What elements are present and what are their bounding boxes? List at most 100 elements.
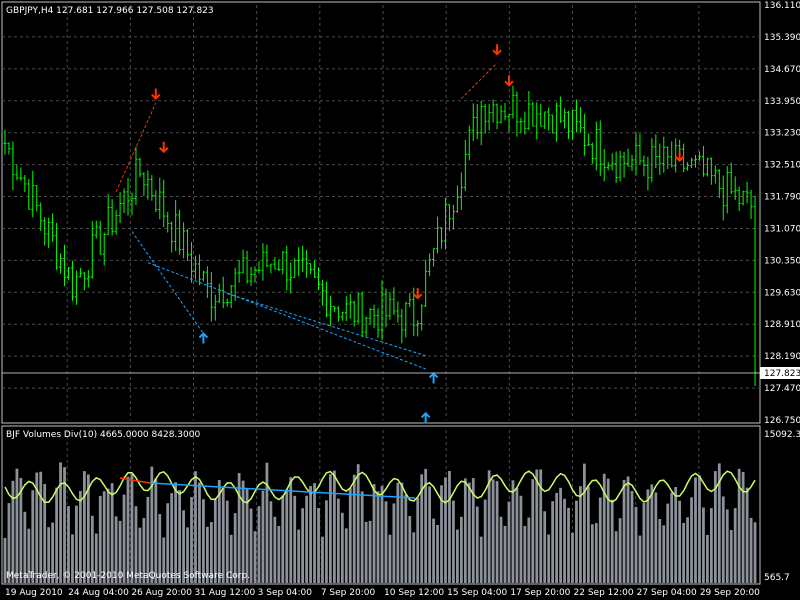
price-tick-label: 126.750 [764,416,800,426]
volume-bar [543,511,547,583]
volume-bar [463,478,467,583]
volume-bar [352,474,356,583]
price-tick-label: 135.390 [764,33,800,43]
volume-bar [412,532,416,583]
volume-bar [483,499,487,583]
volume-bar [642,503,646,583]
volume-bar [102,491,106,583]
volume-bar [313,483,316,583]
time-tick-label: 29 Sep 20:00 [700,588,760,598]
volume-bar [198,482,201,583]
volume-bar [269,501,273,583]
volume-bar [309,485,312,583]
volume-bar [523,525,527,583]
volume-bar [531,479,535,583]
volume-bar [265,462,269,583]
buy-arrow-icon [420,411,431,424]
indicator-scale-bottom: 565.7 [764,573,790,583]
volume-bar [579,486,582,583]
volume-bar [281,495,285,583]
price-tick-label: 134.670 [764,65,800,75]
volume-bar [555,492,558,583]
volume-bar [82,471,86,583]
chart-canvas[interactable]: 136.110 135.390 134.670 133.950 133.230 132.5… [0,0,800,600]
volume-bar [559,487,562,583]
volume-bar [499,516,503,583]
volume-bar [670,492,674,583]
volume-bar [432,518,435,583]
volume-bar [586,486,590,583]
volume-bar [475,506,479,583]
volume-bar [590,524,594,583]
volume-bar [638,535,642,583]
volume-bar [487,470,491,583]
volume-bar [678,500,682,583]
time-tick-label: 27 Sep 04:00 [637,588,697,598]
volume-bar [344,528,348,583]
volume-bar [348,488,352,583]
volume-bar [654,492,658,583]
time-tick-label: 31 Aug 12:00 [195,588,256,598]
volume-bar [154,478,158,583]
indicator-divergence-high [119,477,151,484]
volume-bar [511,480,515,583]
volume-bar [55,487,58,583]
volume-bar [571,532,574,583]
volume-bar [491,479,495,583]
time-tick-label: 3 Sep 04:00 [258,588,313,598]
copyright-footer: MetaTrader, © 2001-2010 MetaQuotes Softw… [6,571,250,581]
sell-arrow-icon [151,88,161,100]
time-tick-label: 24 Aug 04:00 [68,588,129,598]
time-tick-label: 15 Sep 04:00 [447,588,507,598]
volume-bar [43,483,47,583]
volume-bar [702,507,705,583]
volume-bar [416,497,420,583]
volume-bar [329,474,332,583]
volume-bar [630,490,634,583]
volume-bar [253,531,257,583]
volume-bar [368,520,372,583]
volume-bar [729,529,733,583]
volume-bar [325,500,328,583]
volume-bar [682,523,685,583]
volume-bar [305,495,308,583]
volume-bar [503,525,507,583]
volume-bar [59,462,62,583]
volume-bar [388,534,392,583]
volume-bar [583,463,586,583]
volume-bar [614,531,618,583]
volume-bar [626,476,630,583]
sell-arrow-icon [413,288,423,300]
volume-bar [698,475,701,583]
volume-bar [515,488,519,583]
volume-bar [170,493,174,583]
volume-bar [376,491,380,583]
volume-bar [618,518,622,583]
volume-bar [721,496,725,583]
volume-bar [31,490,35,583]
price-tick-label: 136.110 [764,1,800,11]
volume-bar [15,468,19,583]
volume-bar [404,494,408,583]
volume-bar [106,488,110,583]
volume-bar [709,508,713,583]
volume-bar [126,476,130,583]
volume-bar [725,509,729,583]
volume-bar [674,487,678,583]
price-tick-label: 128.190 [764,352,800,362]
volume-bar [428,486,432,583]
price-tick-label: 129.630 [764,288,800,298]
volume-bar [646,489,650,583]
indicator-scale-top: 15092.3 [764,430,800,440]
volume-bar [706,534,709,583]
volume-bar [650,484,654,583]
volume-bar [459,516,463,583]
volume-bar [519,495,523,583]
volume-bar [456,529,459,583]
volume-bar [749,517,753,583]
volume-bar [547,534,551,583]
volume-bar [110,483,114,583]
volume-bar [317,507,320,583]
volume-bar [753,522,757,583]
volume-bar [249,508,253,583]
